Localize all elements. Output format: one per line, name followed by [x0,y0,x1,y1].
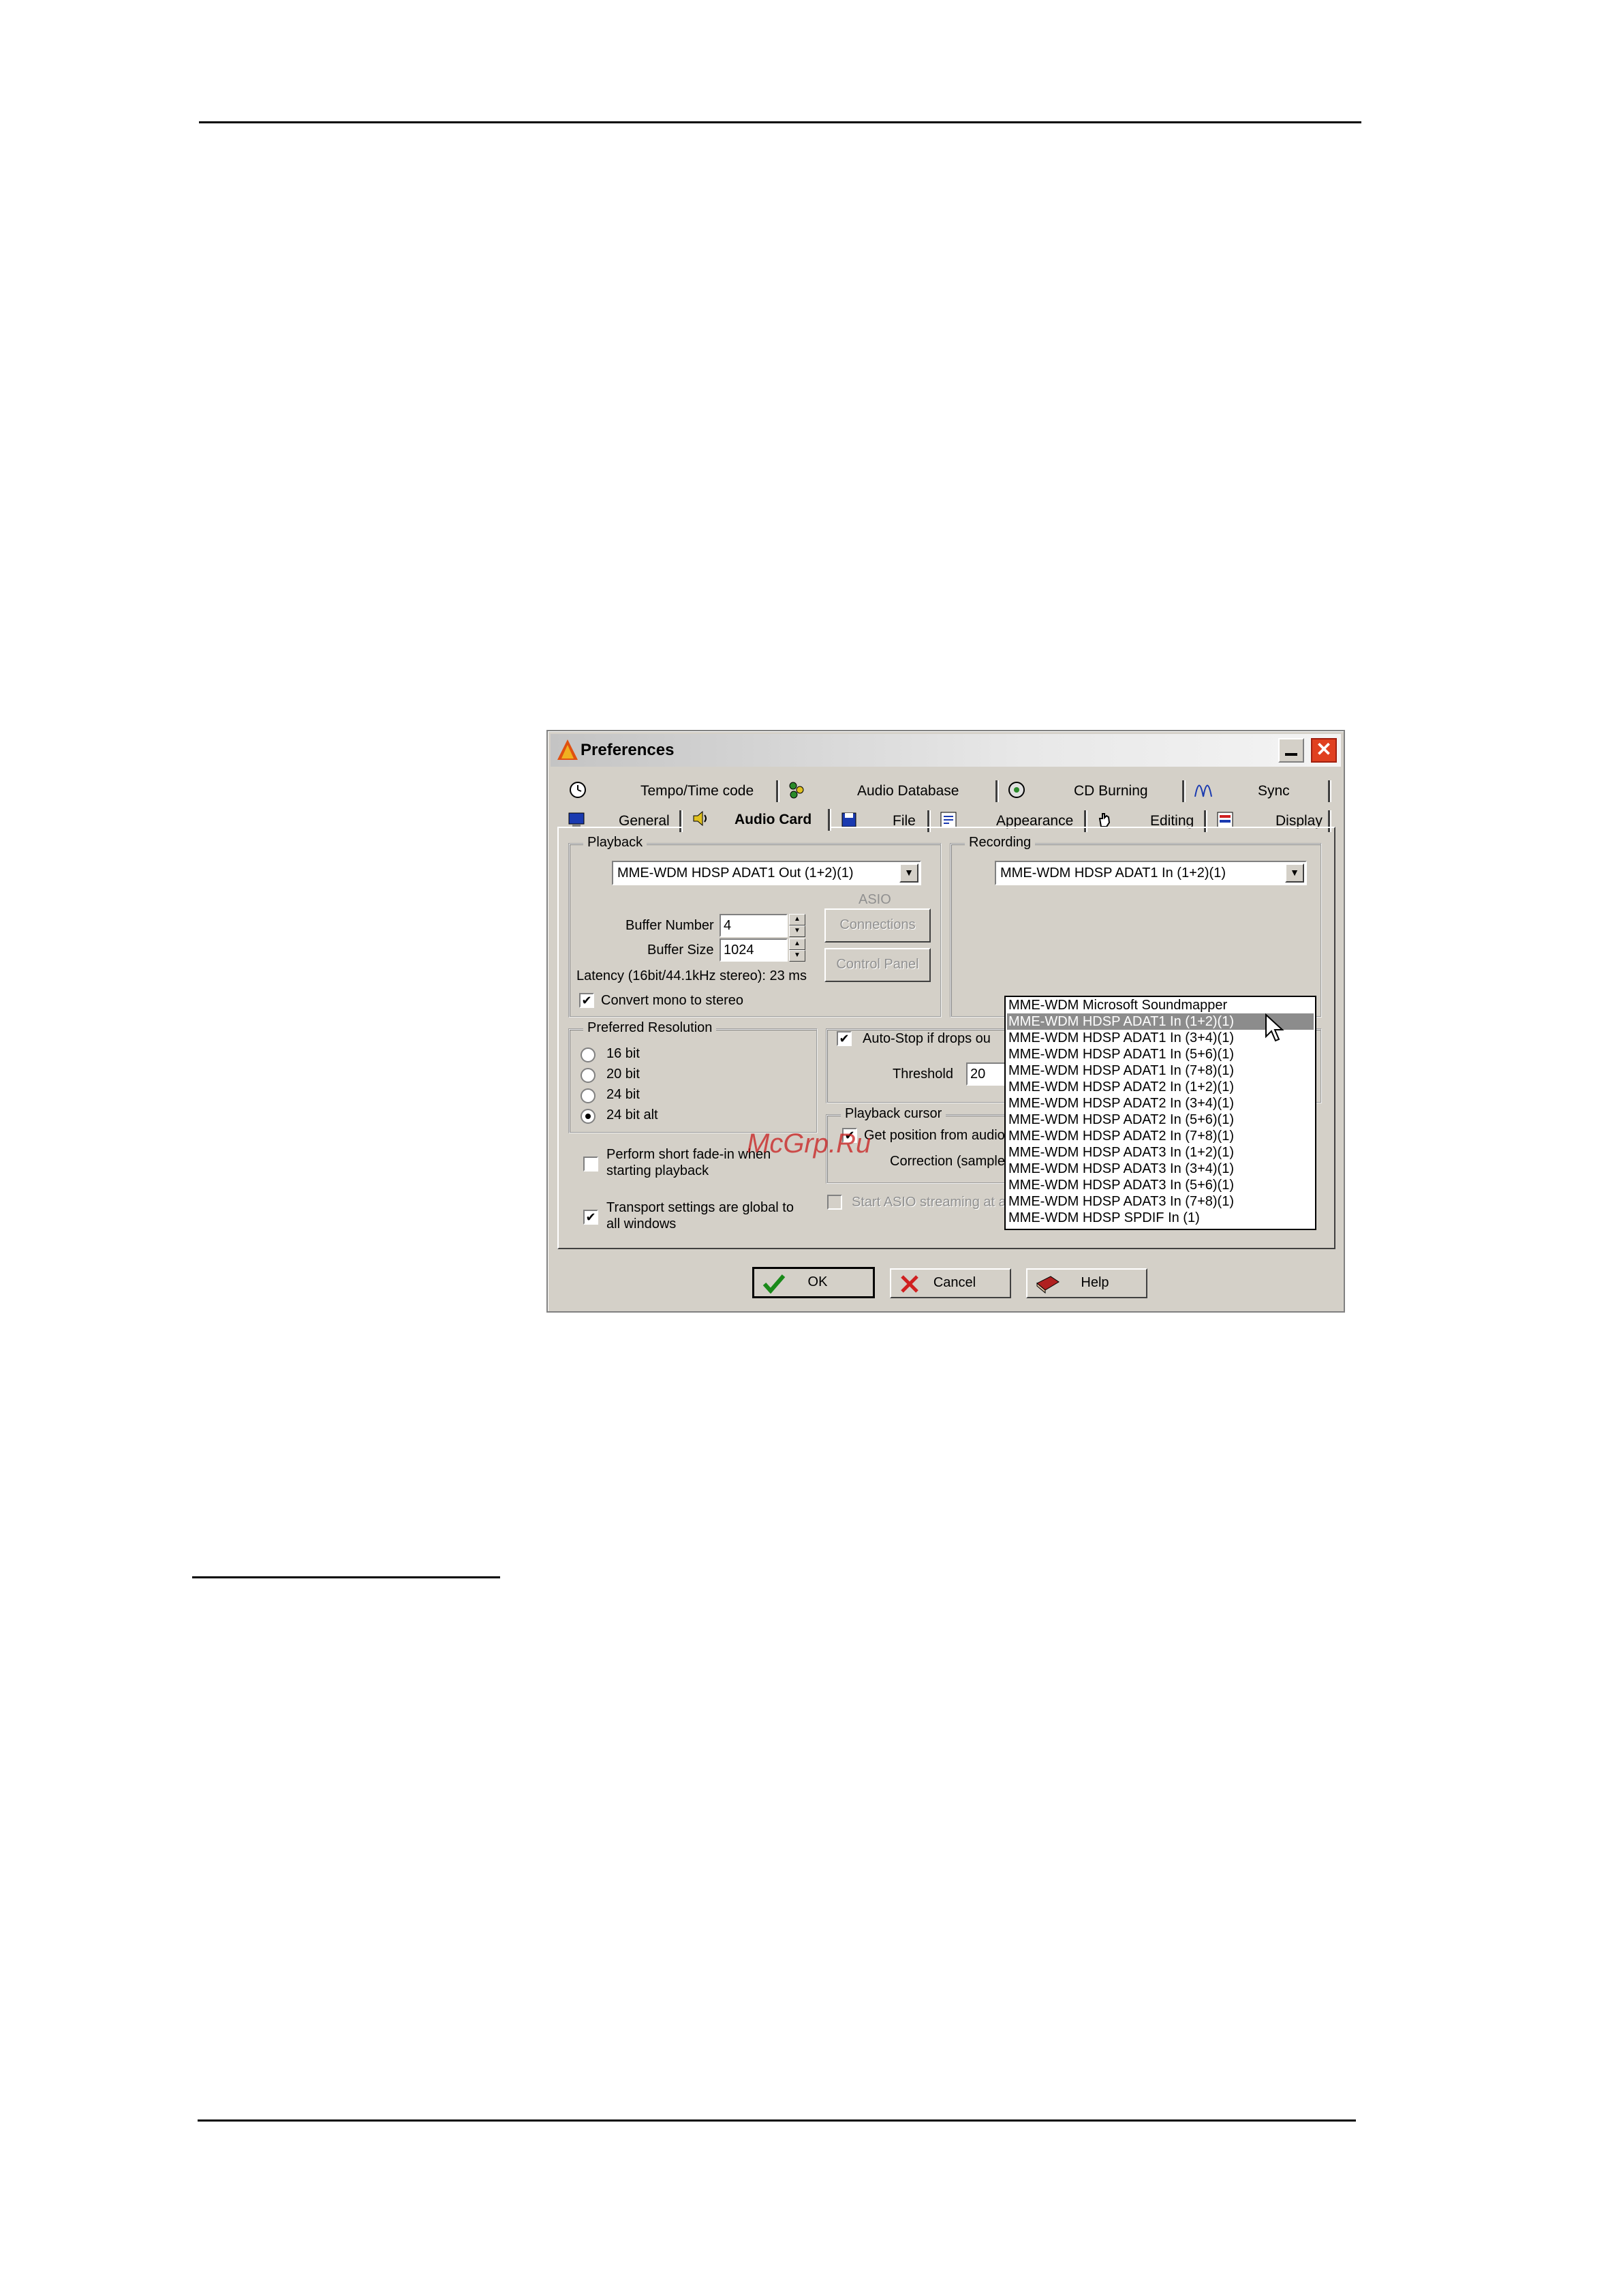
list-item[interactable]: MME-WDM HDSP ADAT2 In (5+6)(1) [1007,1112,1314,1128]
convert-mono-checkbox[interactable]: ✔ [579,993,594,1008]
correction-label: Correction (samples) [890,1154,1017,1169]
sync-wave-icon [1194,784,1212,797]
radio-24-bit-label: 24 bit [606,1087,640,1102]
radio-24-bit-alt-label: 24 bit alt [606,1107,658,1122]
buffer-number-input[interactable]: 4 [720,914,788,937]
latency-readout: Latency (16bit/44.1kHz stereo): 23 ms [576,968,807,983]
buffer-size-input[interactable]: 1024 [720,938,788,962]
tab-audio-card[interactable]: Audio Card [683,802,831,835]
list-item[interactable]: MME-WDM HDSP SPDIF In (1) [1007,1210,1314,1226]
x-icon [901,1275,918,1293]
list-item[interactable]: MME-WDM HDSP ADAT3 In (1+2)(1) [1007,1144,1314,1161]
list-item[interactable]: MME-WDM HDSP ADAT2 In (1+2)(1) [1007,1079,1314,1095]
playback-cursor-title: Playback cursor [841,1106,946,1122]
dialog-title: Preferences [581,741,675,759]
clock-icon [570,782,586,798]
tab-audio-database[interactable]: Audio Database [779,776,999,805]
recording-device-select[interactable]: MME-WDM HDSP ADAT1 In (1+2)(1) ▼ [995,861,1307,885]
tab-label: Sync [1258,783,1290,799]
buffer-number-label: Buffer Number [625,918,714,933]
speaker-icon [693,810,707,827]
playback-group-title: Playback [583,835,647,851]
tab-cd-burning[interactable]: CD Burning [999,776,1186,805]
list-item[interactable]: MME-WDM HDSP ADAT3 In (7+8)(1) [1007,1193,1314,1210]
cd-icon [1008,782,1025,798]
asio-label: ASIO [859,892,891,907]
title-bar[interactable]: Preferences ✕ [551,734,1341,767]
help-button[interactable]: Help [1026,1268,1147,1298]
preferences-dialog: Preferences ✕ Tempo/Time code Audio Data… [546,730,1345,1313]
app-logo-icon [557,739,578,760]
tab-tempo-time-code[interactable]: Tempo/Time code [561,776,779,805]
list-item[interactable]: MME-WDM HDSP ADAT3 In (5+6)(1) [1007,1177,1314,1193]
ok-button[interactable]: OK [752,1267,875,1298]
tab-label: Audio Card [735,812,812,827]
radio-16-bit[interactable] [581,1047,596,1062]
radio-16-bit-label: 16 bit [606,1046,640,1061]
radio-20-bit[interactable] [581,1068,596,1083]
list-item[interactable]: MME-WDM HDSP ADAT1 In (5+6)(1) [1007,1046,1314,1062]
audio-card-page: Playback MME-WDM HDSP ADAT1 Out (1+2)(1)… [557,827,1335,1249]
list-item[interactable]: MME-WDM HDSP ADAT1 In (7+8)(1) [1007,1062,1314,1079]
threshold-label: Threshold [893,1067,953,1082]
mouse-cursor-icon [1265,1013,1284,1042]
recording-group: Recording MME-WDM HDSP ADAT1 In (1+2)(1)… [950,835,1322,1017]
asio-startup-checkbox[interactable] [827,1195,842,1210]
top-rule [199,121,1361,123]
database-icon [789,782,804,799]
transport-label-1: Transport settings are global to [606,1200,794,1215]
tab-label: Audio Database [857,783,959,799]
threshold-input[interactable]: 20 [966,1062,1007,1086]
list-item[interactable]: MME-WDM HDSP ADAT2 In (3+4)(1) [1007,1095,1314,1112]
cancel-button[interactable]: Cancel [890,1268,1011,1298]
close-button[interactable]: ✕ [1311,738,1337,763]
tab-sync[interactable]: Sync [1186,776,1331,805]
help-book-icon [1036,1276,1060,1294]
buffer-number-stepper[interactable]: ▲ ▼ [789,914,805,937]
watermark: McGrp.Ru [747,1129,871,1159]
recording-device-dropdown-list[interactable]: MME-WDM Microsoft Soundmapper MME-WDM HD… [1004,996,1316,1230]
chevron-down-icon[interactable]: ▼ [1285,863,1304,883]
radio-24-bit-alt[interactable] [581,1109,596,1124]
fade-in-label-2: starting playback [606,1163,709,1178]
auto-stop-label: Auto-Stop if drops ou [863,1031,991,1046]
playback-device-select[interactable]: MME-WDM HDSP ADAT1 Out (1+2)(1) ▼ [612,861,921,885]
buffer-size-label: Buffer Size [647,943,714,958]
connections-button[interactable]: Connections [824,908,931,943]
tab-label: CD Burning [1074,783,1148,799]
auto-stop-checkbox[interactable]: ✔ [837,1031,852,1046]
transport-label-2: all windows [606,1216,677,1231]
bottom-rule [198,2119,1356,2122]
transport-global-checkbox[interactable]: ✔ [583,1210,598,1225]
recording-group-title: Recording [965,835,1036,851]
list-item[interactable]: MME-WDM HDSP ADAT2 In (7+8)(1) [1007,1128,1314,1144]
resolution-group-title: Preferred Resolution [583,1020,717,1036]
tab-label: Tempo/Time code [640,783,754,799]
preferred-resolution-group: Preferred Resolution 16 bit 20 bit 24 bi… [568,1020,818,1133]
close-icon: ✕ [1316,739,1332,760]
checkmark-icon [762,1274,786,1294]
minimize-button[interactable] [1278,738,1304,763]
list-item[interactable]: MME-WDM HDSP ADAT3 In (3+4)(1) [1007,1161,1314,1177]
list-item[interactable]: MME-WDM Microsoft Soundmapper [1007,997,1314,1013]
convert-mono-label: Convert mono to stereo [601,993,743,1008]
chevron-down-icon[interactable]: ▼ [899,863,918,883]
fade-in-checkbox[interactable] [583,1157,598,1172]
mid-rule [192,1576,500,1578]
radio-24-bit[interactable] [581,1088,596,1103]
buffer-size-stepper[interactable]: ▲ ▼ [789,938,805,962]
radio-20-bit-label: 20 bit [606,1067,640,1082]
control-panel-button[interactable]: Control Panel [824,948,931,982]
playback-group: Playback MME-WDM HDSP ADAT1 Out (1+2)(1)… [568,835,942,1017]
